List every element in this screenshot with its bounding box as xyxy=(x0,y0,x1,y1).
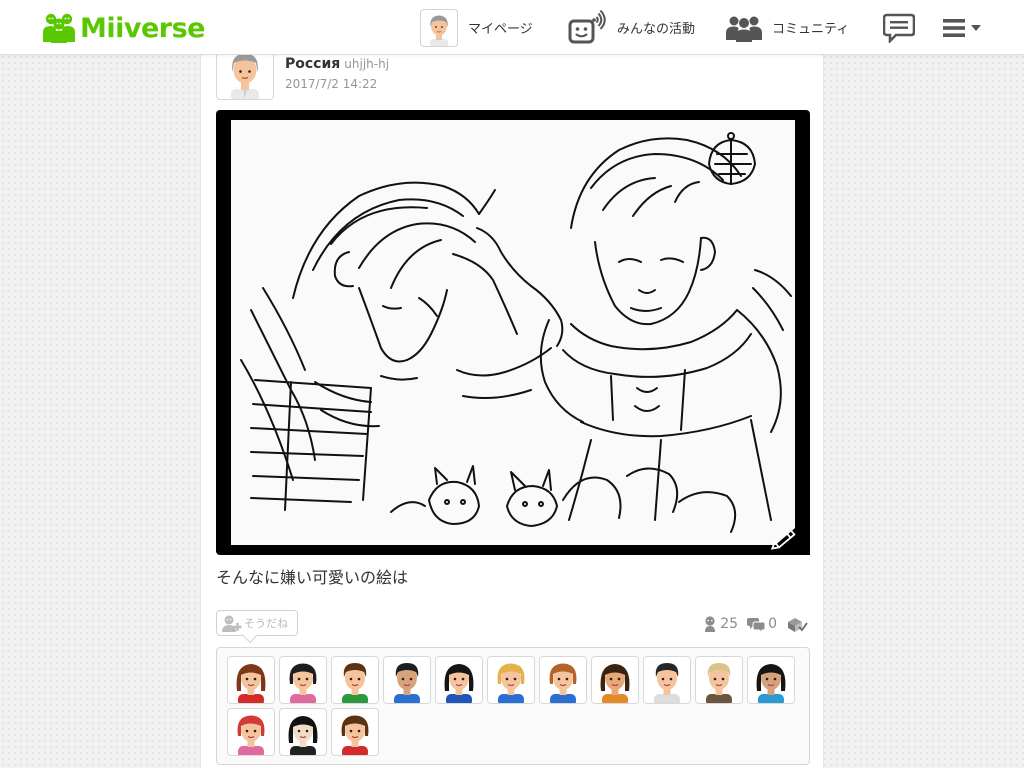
yeah-mii-avatar[interactable] xyxy=(591,656,639,704)
yeah-mii-avatar[interactable] xyxy=(487,656,535,704)
nav-activity-feed[interactable]: みんなの活動 xyxy=(567,0,695,55)
nav-community[interactable]: コミュニティ xyxy=(726,0,849,55)
comment-count-value: 0 xyxy=(768,616,777,632)
spoiler-status[interactable] xyxy=(786,616,808,632)
global-header: Miiverse マイページ みんなの活動 コミュニティ xyxy=(0,0,1024,55)
yeah-mii-avatar[interactable] xyxy=(279,656,327,704)
post-counts: 25 0 xyxy=(694,616,808,632)
yeah-add-icon xyxy=(222,615,242,632)
yeah-count-value: 25 xyxy=(720,616,739,632)
community-icon xyxy=(726,16,762,42)
nav-mypage[interactable]: マイページ xyxy=(420,0,533,55)
post-timestamp[interactable]: 2017/7/2 14:22 xyxy=(285,77,377,91)
spoiler-check-icon xyxy=(788,618,808,632)
caret-down-icon xyxy=(971,24,981,31)
nav-menu[interactable] xyxy=(942,0,982,55)
hamburger-menu-icon xyxy=(943,18,965,37)
yeah-mii-grid xyxy=(227,656,807,760)
yeah-list-caret xyxy=(242,628,258,644)
yeah-mii-avatar[interactable] xyxy=(435,656,483,704)
yeah-mii-avatar[interactable] xyxy=(695,656,743,704)
yeah-mii-avatar[interactable] xyxy=(539,656,587,704)
drawing-canvas xyxy=(231,120,795,545)
author-avatar[interactable] xyxy=(216,49,274,100)
comment-count[interactable]: 0 xyxy=(747,616,777,632)
yeah-mii-avatar[interactable] xyxy=(331,656,379,704)
my-mii-avatar xyxy=(420,8,458,47)
yeah-mii-avatar[interactable] xyxy=(747,656,795,704)
yeah-mii-avatar[interactable] xyxy=(227,656,275,704)
comment-count-icon xyxy=(747,617,766,632)
activity-feed-icon xyxy=(568,9,606,43)
yeah-user-list xyxy=(216,647,810,765)
nav-activity-label: みんなの活動 xyxy=(617,22,696,37)
miiverse-logo[interactable]: Miiverse xyxy=(42,11,206,45)
nav-community-label: コミュニティ xyxy=(772,22,850,37)
nav-mypage-label: マイページ xyxy=(468,22,533,37)
post-detail: Россия uhjjh-hj 2017/7/2 14:22 そんなに嫌い可愛い… xyxy=(200,49,824,768)
yeah-mii-avatar[interactable] xyxy=(383,656,431,704)
author-display-name: Россия xyxy=(285,56,341,72)
yeah-mii-avatar[interactable] xyxy=(279,708,327,756)
yeah-count[interactable]: 25 xyxy=(703,616,738,632)
logo-text: Miiverse xyxy=(80,12,206,44)
post-body-text: そんなに嫌い可愛いの絵は xyxy=(216,568,409,587)
yeah-mii-avatar[interactable] xyxy=(331,708,379,756)
yeah-mii-avatar[interactable] xyxy=(643,656,691,704)
handwritten-drawing xyxy=(240,132,792,533)
yeah-mii-avatar[interactable] xyxy=(227,708,275,756)
author-name[interactable]: Россия uhjjh-hj xyxy=(285,56,389,72)
author-id: uhjjh-hj xyxy=(344,57,390,71)
nav-messages[interactable] xyxy=(883,0,915,55)
yeah-count-icon xyxy=(705,616,716,632)
post-drawing[interactable] xyxy=(216,110,810,555)
miiverse-people-icon xyxy=(43,13,75,43)
pencil-icon xyxy=(764,515,810,555)
messages-icon xyxy=(883,13,915,43)
yeah-button[interactable]: そうだね xyxy=(216,610,298,644)
